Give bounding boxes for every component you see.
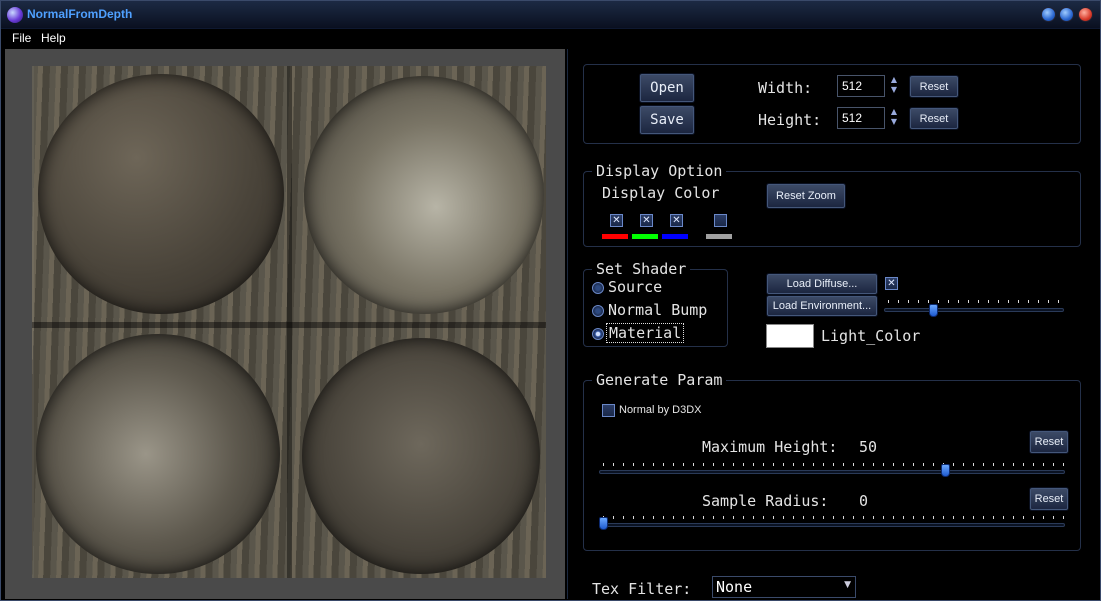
texture-preview[interactable]: [32, 66, 546, 578]
generate-param-legend: Generate Param: [592, 371, 727, 389]
set-shader-legend: Set Shader: [592, 260, 691, 278]
sample-radius-slider-track[interactable]: [599, 523, 1065, 527]
load-environment-button[interactable]: Load Environment...: [767, 296, 877, 316]
shader-material-label[interactable]: Material: [606, 323, 685, 343]
set-shader-group: Set Shader Source Normal Bump Material: [583, 260, 728, 347]
green-channel-checkbox[interactable]: ✕: [640, 214, 653, 227]
sample-radius-label: Sample Radius:: [702, 492, 829, 510]
menu-file[interactable]: File: [12, 31, 31, 45]
menu-help[interactable]: Help: [41, 31, 66, 45]
close-button[interactable]: [1078, 7, 1093, 22]
blue-channel-checkbox[interactable]: ✕: [670, 214, 683, 227]
max-height-slider-thumb[interactable]: [941, 464, 950, 477]
height-field[interactable]: 512: [837, 107, 885, 129]
chevron-down-icon[interactable]: ▼: [844, 580, 851, 590]
tex-filter-label: Tex Filter:: [592, 580, 692, 598]
sample-radius-value: 0: [859, 492, 869, 510]
max-height-slider-ticks: [603, 463, 1065, 466]
sample-radius-slider-ticks: [603, 516, 1065, 519]
generate-param-group: Generate Param Normal by D3DX Maximum He…: [583, 371, 1081, 551]
shader-source-radio[interactable]: [592, 282, 604, 294]
file-group: Open Save Width: 512 ▲ ▼ Reset Height: 51…: [583, 64, 1081, 144]
light-slider-thumb[interactable]: [929, 304, 939, 317]
minimize-button[interactable]: [1041, 7, 1056, 22]
light-slider-ticks: [888, 300, 1064, 303]
display-option-group: Display Option Display Color ✕ ✕ ✕ Reset…: [583, 162, 1081, 247]
texture-disc-top-right: [304, 76, 544, 314]
shader-material-radio[interactable]: [592, 328, 604, 340]
spin-down-icon[interactable]: ▼: [888, 85, 900, 95]
reset-zoom-button[interactable]: Reset Zoom: [767, 184, 845, 208]
tex-filter-value: None: [716, 578, 753, 596]
normal-d3dx-checkbox[interactable]: [602, 404, 615, 417]
max-height-value: 50: [859, 438, 878, 456]
width-reset-button[interactable]: Reset: [910, 76, 958, 97]
alpha-channel-checkbox[interactable]: [714, 214, 727, 227]
texture-disc-bottom-right: [302, 338, 540, 574]
height-reset-button[interactable]: Reset: [910, 108, 958, 129]
open-button[interactable]: Open: [640, 74, 694, 102]
texture-viewport[interactable]: [5, 49, 565, 599]
red-channel-checkbox[interactable]: ✕: [610, 214, 623, 227]
max-height-slider-track[interactable]: [599, 470, 1065, 474]
tex-filter-dropdown[interactable]: None ▼: [712, 576, 856, 598]
diffuse-enable-checkbox[interactable]: ✕: [885, 277, 898, 290]
light-color-swatch[interactable]: [766, 324, 814, 348]
shader-normal-bump-label[interactable]: Normal Bump: [608, 301, 707, 319]
alpha-swatch: [706, 234, 732, 239]
height-label: Height:: [758, 111, 822, 129]
normal-d3dx-label: Normal by D3DX: [619, 404, 702, 416]
sample-radius-slider-thumb[interactable]: [599, 517, 608, 530]
spin-up-icon[interactable]: ▲: [888, 75, 900, 85]
app-logo-icon: [7, 7, 23, 23]
height-spinner[interactable]: ▲ ▼: [888, 107, 900, 127]
max-height-label: Maximum Height:: [702, 438, 838, 456]
light-color-label: Light_Color: [821, 327, 921, 345]
width-spinner[interactable]: ▲ ▼: [888, 75, 900, 95]
texture-disc-bottom-left: [36, 334, 280, 574]
maximize-button[interactable]: [1059, 7, 1074, 22]
green-swatch: [632, 234, 658, 239]
shader-source-label[interactable]: Source: [608, 278, 662, 296]
display-color-label: Display Color: [602, 184, 720, 202]
save-button[interactable]: Save: [640, 106, 694, 134]
window-title: NormalFromDepth: [27, 7, 133, 21]
load-diffuse-button[interactable]: Load Diffuse...: [767, 274, 877, 294]
width-field[interactable]: 512: [837, 75, 885, 97]
display-option-legend: Display Option: [592, 162, 727, 180]
spin-up-icon[interactable]: ▲: [888, 107, 900, 117]
sample-radius-reset-button[interactable]: Reset: [1030, 488, 1068, 510]
blue-swatch: [662, 234, 688, 239]
width-label: Width:: [758, 79, 813, 97]
red-swatch: [602, 234, 628, 239]
menu-bar: File Help: [1, 29, 1100, 49]
max-height-reset-button[interactable]: Reset: [1030, 431, 1068, 453]
texture-disc-top-left: [38, 74, 284, 314]
app-window: NormalFromDepth File Help Open Save Widt…: [0, 0, 1101, 601]
title-bar[interactable]: NormalFromDepth: [1, 1, 1100, 29]
light-slider-track[interactable]: [884, 308, 1064, 312]
spin-down-icon[interactable]: ▼: [888, 117, 900, 127]
shader-normal-bump-radio[interactable]: [592, 305, 604, 317]
control-panel: Open Save Width: 512 ▲ ▼ Reset Height: 51…: [567, 49, 1099, 599]
